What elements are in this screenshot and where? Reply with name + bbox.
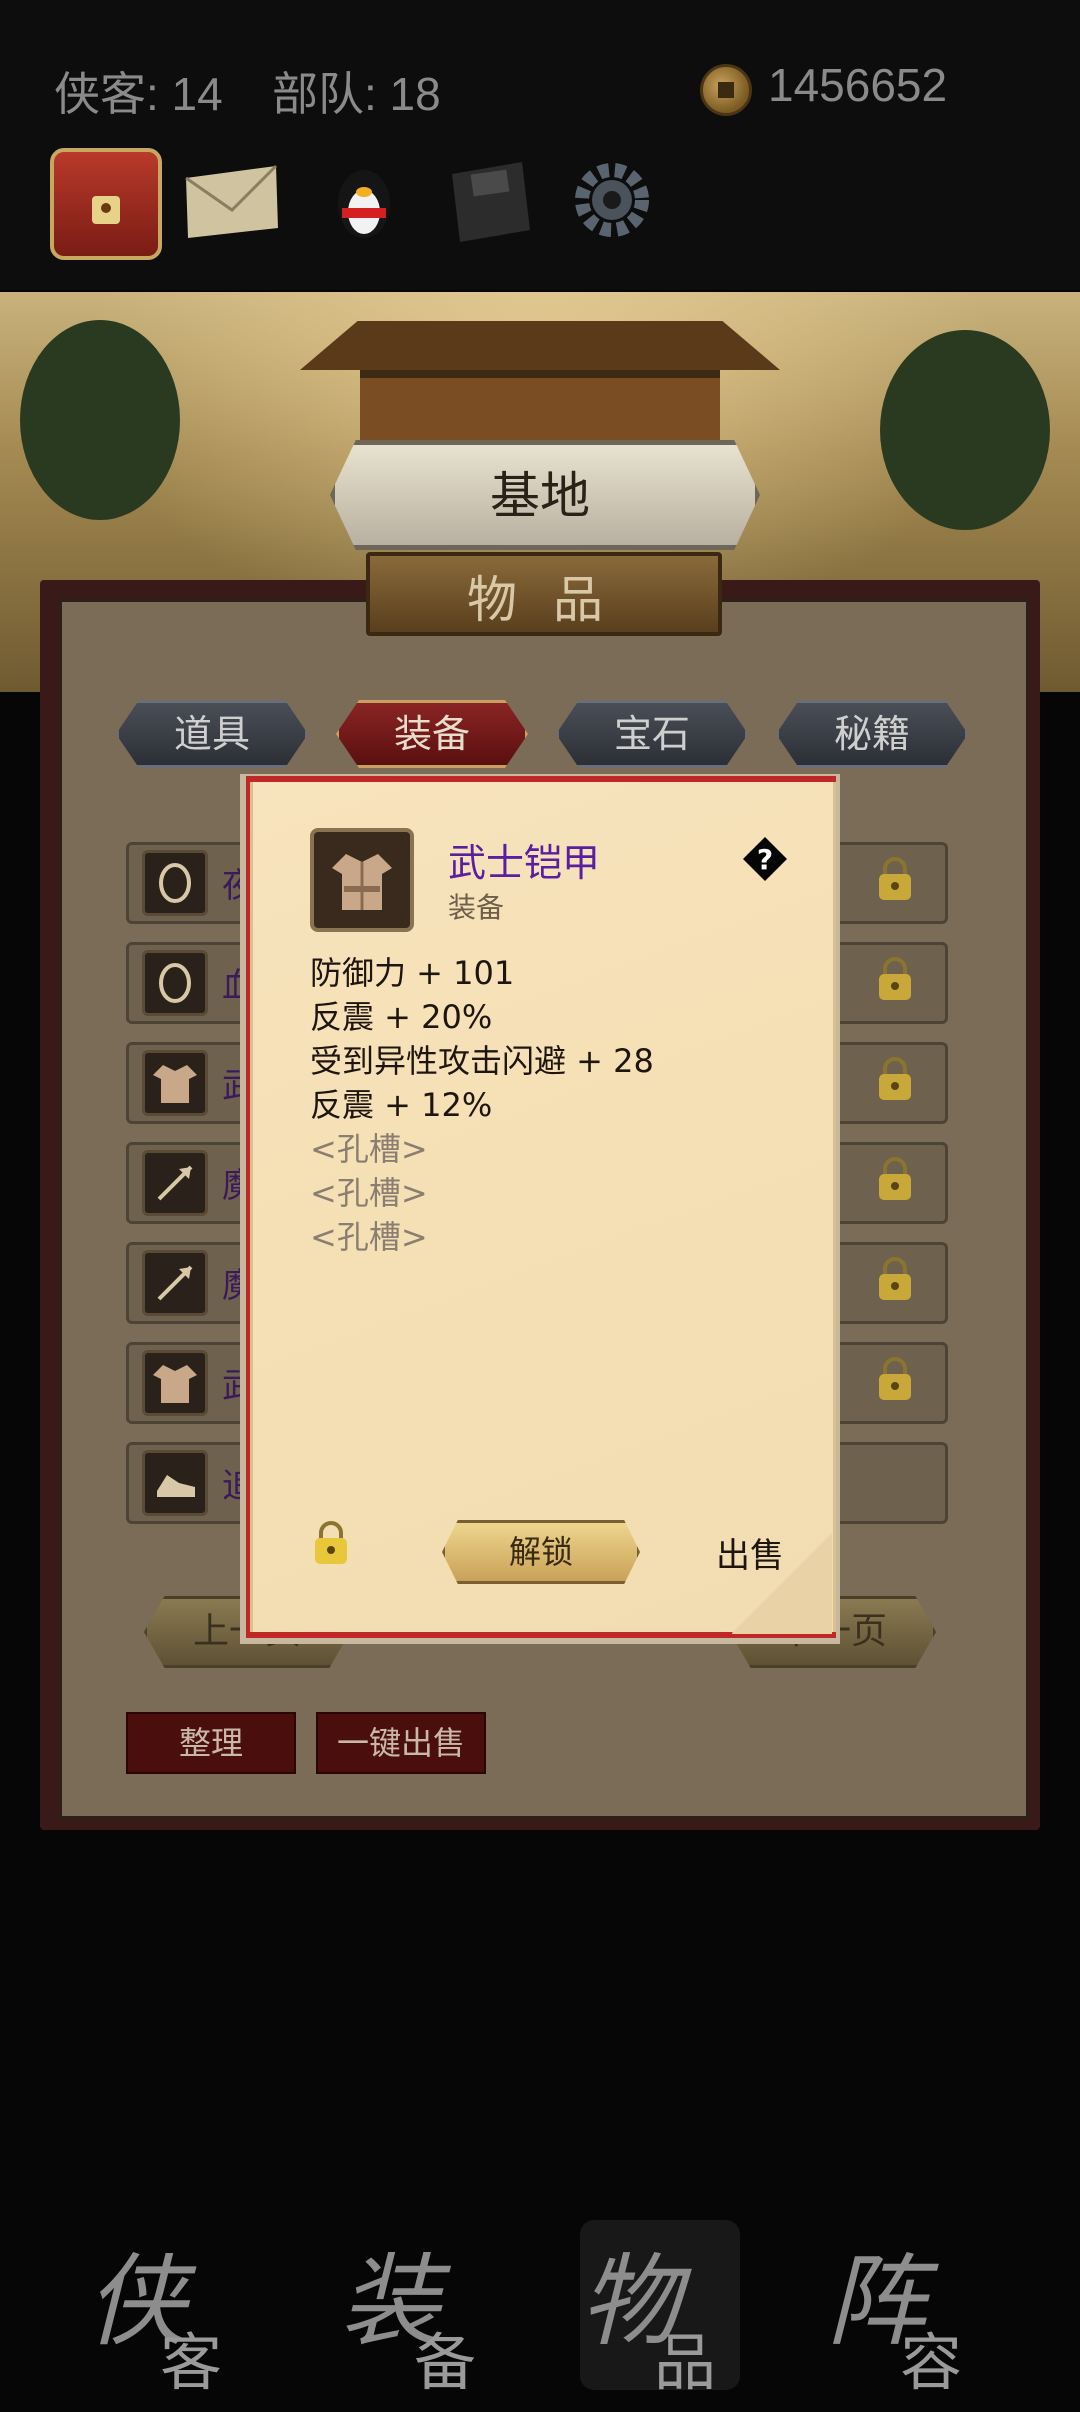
- mail-icon[interactable]: [180, 148, 284, 252]
- save-disk-icon[interactable]: [438, 148, 542, 252]
- lock-icon: [876, 856, 914, 902]
- attribute-line: 反震 + 12%: [310, 1086, 493, 1124]
- nav-items[interactable]: 物 品: [580, 2220, 740, 2399]
- nav-heroes[interactable]: 侠 客: [86, 2220, 246, 2399]
- armor-icon: [310, 828, 414, 932]
- socket-slot: <孔槽>: [310, 1218, 428, 1256]
- ring-icon: [142, 950, 208, 1016]
- attribute-line: 反震 + 20%: [310, 998, 493, 1036]
- base-label: 基地: [490, 467, 590, 525]
- socket-slot: <孔槽>: [310, 1174, 428, 1212]
- sell-all-button[interactable]: 一键出售: [316, 1712, 486, 1774]
- nav-label-small: 容: [900, 2326, 963, 2399]
- attribute-line: 受到异性攻击闪避 + 28: [310, 1042, 654, 1080]
- unlock-button[interactable]: 解锁: [442, 1520, 640, 1584]
- item-type: 装备: [448, 891, 505, 924]
- item-name: 武士铠甲: [448, 841, 601, 885]
- heroes-count: 侠客: 14: [54, 68, 223, 120]
- nav-equipment[interactable]: 装 备: [340, 2220, 500, 2399]
- arrow-icon: [142, 1150, 208, 1216]
- lock-icon: [876, 1256, 914, 1302]
- svg-text:?: ?: [757, 843, 773, 876]
- sell-button[interactable]: 出售: [716, 1528, 784, 1577]
- armor-icon: [142, 1350, 208, 1416]
- tab-props[interactable]: 道具: [116, 700, 308, 768]
- pine-tree: [880, 330, 1050, 530]
- lock-icon: [876, 956, 914, 1002]
- settings-gear-icon[interactable]: [560, 148, 664, 252]
- boot-icon: [142, 1450, 208, 1516]
- attribute-line: 防御力 + 101: [310, 954, 515, 992]
- nav-formation[interactable]: 阵 容: [826, 2220, 986, 2399]
- tab-manuals[interactable]: 秘籍: [776, 700, 968, 768]
- tab-equipment[interactable]: 装备: [336, 700, 528, 768]
- lock-icon: [876, 1056, 914, 1102]
- help-icon[interactable]: ?: [742, 836, 788, 882]
- lock-icon: [876, 1356, 914, 1402]
- arrow-icon: [142, 1250, 208, 1316]
- sort-button[interactable]: 整理: [126, 1712, 296, 1774]
- qq-penguin-icon[interactable]: [312, 148, 416, 252]
- ring-icon: [142, 850, 208, 916]
- nav-label-small: 备: [414, 2326, 477, 2399]
- socket-slot: <孔槽>: [310, 1130, 428, 1168]
- armor-icon: [142, 1050, 208, 1116]
- coin-amount: 1456652: [768, 59, 948, 111]
- treasure-chest-icon[interactable]: [50, 148, 162, 260]
- lock-icon[interactable]: [312, 1520, 350, 1566]
- troops-count: 部队: 18: [272, 68, 441, 120]
- nav-label-small: 品: [654, 2326, 717, 2399]
- coin-icon: [700, 64, 752, 116]
- lock-icon: [876, 1156, 914, 1202]
- items-title: 物 品: [467, 571, 613, 629]
- nav-label-small: 客: [160, 2326, 223, 2399]
- pine-tree: [20, 320, 180, 520]
- tab-gems[interactable]: 宝石: [556, 700, 748, 768]
